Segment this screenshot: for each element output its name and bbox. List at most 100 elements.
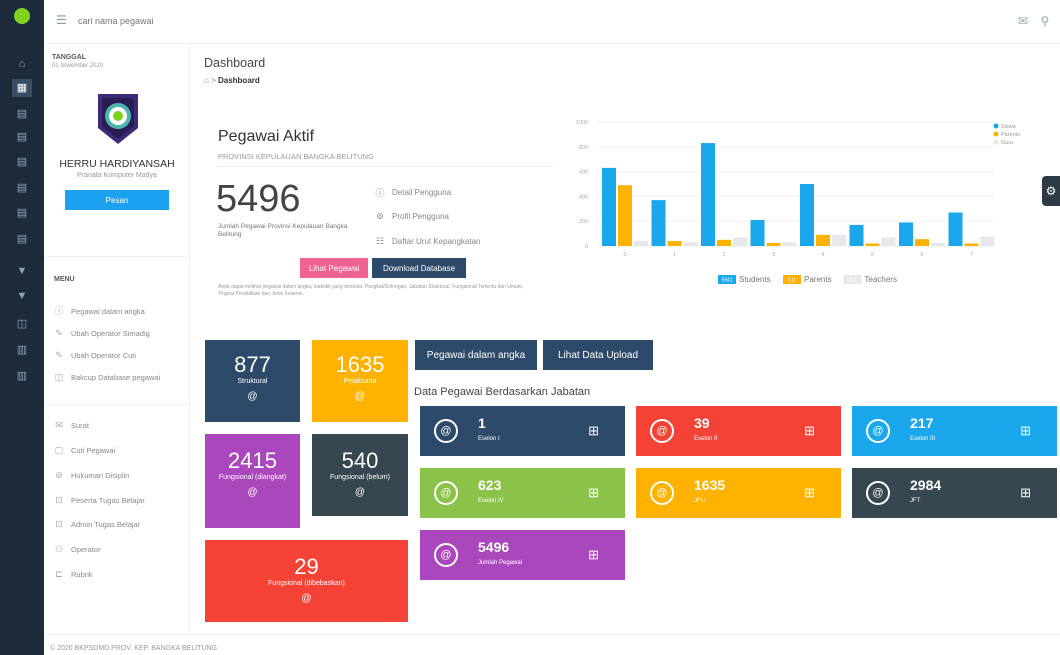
pegawai-aktif-card: Pegawai Aktif PROVINSI KEPULAUAN BANGKA … <box>206 108 1060 368</box>
legend-label: Parents <box>804 275 832 284</box>
home-icon[interactable]: ⌂ <box>15 58 29 70</box>
mail-icon[interactable]: ✉ <box>1016 14 1030 28</box>
dashboard-icon[interactable]: ▦ <box>12 79 32 97</box>
sidebar: TANGGAL 01 November 2020 HERRU HARDIYANS… <box>44 44 190 634</box>
bar-siswa <box>899 222 913 246</box>
eselon-card-eselon-i[interactable]: @ 1 Eselon I ⊞ <box>420 406 625 456</box>
bar-parents <box>717 239 731 246</box>
y-tick-label: 400 <box>579 194 588 200</box>
stat-tile-pelaksana[interactable]: 1635 Pelaksana @ <box>312 340 408 422</box>
info-note: Anda dapat melihat pegawai dalam angka, … <box>218 284 524 297</box>
legend-badge-value: 511 <box>788 278 796 284</box>
x-tick-label: 6 <box>920 252 923 258</box>
menu-item-surat[interactable]: ✉ Surat <box>54 418 89 432</box>
legend-label: Parents <box>1001 132 1020 138</box>
eselon-card-jfu[interactable]: @ 1635 JFU ⊞ <box>636 468 841 518</box>
user-circle-icon: @ <box>650 419 674 443</box>
organization-logo <box>98 94 138 144</box>
x-tick-label: 0 <box>623 252 626 258</box>
calendar-icon[interactable]: ▤ <box>15 182 29 194</box>
settings-gear-icon[interactable]: ⚙ <box>1042 176 1060 206</box>
menu-item-ubah-operator-simadig[interactable]: ✎ Ubah Operator Simadig <box>54 326 150 340</box>
detail-pengguna-link[interactable]: ⓘ Detail Pengguna <box>374 186 451 199</box>
calendar-icon[interactable]: ▤ <box>15 207 29 219</box>
home-icon[interactable]: ⌂ <box>204 76 209 85</box>
user-role: Pranata Komputer Madya <box>77 172 157 179</box>
bar-guru <box>881 237 896 246</box>
menu-item-admin-tugas-belajar[interactable]: ⊡ Admin Tugas Belajar <box>54 517 140 531</box>
legend-label: Guru <box>1001 140 1013 146</box>
user-circle-icon: @ <box>434 543 458 567</box>
lihat-pegawai-button[interactable]: Lihat Pegawai <box>300 258 368 278</box>
message-button[interactable]: Pesan <box>65 190 169 210</box>
bar-chart-icon[interactable]: ▥ <box>15 370 29 382</box>
menu-item-ubah-operator-cuti[interactable]: ✎ Ubah Operator Cuti <box>54 348 136 362</box>
legend-swatch <box>993 123 999 129</box>
stat-tile-fungsional-dibebaskan[interactable]: 29 Fungsional (dibebaskan) @ <box>205 540 408 622</box>
book-icon: ⊡ <box>55 519 63 529</box>
menu-item-pegawai-dalam-angka[interactable]: ⓘ Pegawai dalam angka <box>54 304 144 318</box>
legend-badge-value: 251 <box>848 278 857 284</box>
bar-parents <box>964 243 979 246</box>
eselon-card-eselon-ii[interactable]: @ 39 Eselon II ⊞ <box>636 406 841 456</box>
book-icon: ⊡ <box>55 495 63 505</box>
hamburger-menu-icon[interactable]: ☰ <box>56 14 70 26</box>
user-icon[interactable]: ⚲ <box>1038 14 1052 28</box>
download-database-button[interactable]: Download Database <box>372 258 466 278</box>
search-input[interactable] <box>78 10 338 32</box>
x-tick-label: 2 <box>722 252 725 258</box>
user-circle-icon: @ <box>434 481 458 505</box>
at-icon: @ <box>301 593 312 604</box>
stat-tile-struktural[interactable]: 877 Struktural @ <box>205 340 300 422</box>
pegawai-aktif-subtitle: PROVINSI KEPULAUAN BANGKA BELITUNG <box>218 152 374 161</box>
backup-icon: ◫ <box>54 372 64 382</box>
daftar-urut-kepangkatan-link[interactable]: ☷ Daftar Urut Kepangkatan <box>374 236 481 247</box>
building-icon: ⊞ <box>588 423 599 438</box>
x-tick-label: 3 <box>772 252 775 258</box>
calendar-icon[interactable]: ▤ <box>15 108 29 120</box>
profil-pengguna-link[interactable]: ⊚ Profil Pengguna <box>374 211 449 222</box>
y-tick-label: 800 <box>579 145 588 151</box>
calendar-icon[interactable]: ▤ <box>15 156 29 168</box>
bar-parents <box>766 242 781 246</box>
menu-item-cuti-pegawai[interactable]: ▢ Cuti Pegawai <box>54 443 115 457</box>
pegawai-dalam-angka-button[interactable]: Pegawai dalam angka <box>415 340 537 370</box>
calendar-icon[interactable]: ▤ <box>15 233 29 245</box>
menu-item-backup-database[interactable]: ◫ Bakcup Database pegawai <box>54 370 161 384</box>
app-logo[interactable] <box>14 8 30 24</box>
eselon-card-eselon-iii[interactable]: @ 217 Eselon III ⊞ <box>852 406 1057 456</box>
calendar-icon[interactable]: ▤ <box>15 131 29 143</box>
y-tick-label: 1000 <box>576 120 588 126</box>
legend-swatch <box>993 139 999 145</box>
at-icon: @ <box>247 487 258 498</box>
legend-label: Teachers <box>865 275 897 284</box>
stat-tile-fungsional-belum[interactable]: 540 Fungsional (belum) @ <box>312 434 408 516</box>
legend-label: Students <box>739 275 771 284</box>
bar-chart-icon[interactable]: ▥ <box>15 344 29 356</box>
eselon-card-jft[interactable]: @ 2984 JFT ⊞ <box>852 468 1057 518</box>
menu-item-hukuman-disiplin[interactable]: ⊜ Hukuman Disiplin <box>54 468 129 482</box>
breadcrumb-current: Dashboard <box>217 76 260 85</box>
file-icon: ▢ <box>54 445 64 455</box>
stat-tile-fungsional-diangkat[interactable]: 2415 Fungsional (diangkat) @ <box>205 434 300 528</box>
lihat-data-upload-button[interactable]: Lihat Data Upload <box>543 340 653 370</box>
main-content: Dashboard ⌂ > Dashboard Pegawai Aktif PR… <box>190 44 1060 634</box>
y-tick-label: 0 <box>585 244 588 250</box>
filter-icon[interactable]: ▼ <box>15 290 29 302</box>
building-icon: ⊞ <box>804 423 815 438</box>
menu-item-rubrik[interactable]: ⊏ Rubrik <box>54 567 92 581</box>
bar-chart: 1000 800 600 400 200 0 0 1 2 3 4 5 6 7 Siswa Parents Gur… <box>576 120 1020 284</box>
menu-item-peserta-tugas-belajar[interactable]: ⊡ Peserta Tugas Belajar <box>54 493 145 507</box>
at-icon: @ <box>354 487 366 498</box>
chart-icon[interactable]: ◫ <box>15 318 29 330</box>
page-title: Dashboard <box>204 56 266 70</box>
folder-icon: ⊏ <box>55 569 63 579</box>
eselon-card-eselon-iv[interactable]: @ 623 Eselon IV ⊞ <box>420 468 625 518</box>
menu-item-operator[interactable]: ⚇ Operator <box>54 542 101 556</box>
bar-siswa <box>750 219 765 246</box>
filter-icon[interactable]: ▼ <box>15 265 29 277</box>
eselon-card-jumlah-pegawai[interactable]: @ 5496 Jumlah Pegawai ⊞ <box>420 530 625 580</box>
section-title: Data Pegawai Berdasarkan Jabatan <box>414 386 591 398</box>
date-value: 01 November 2020 <box>52 63 104 69</box>
bar-parents <box>667 241 682 246</box>
